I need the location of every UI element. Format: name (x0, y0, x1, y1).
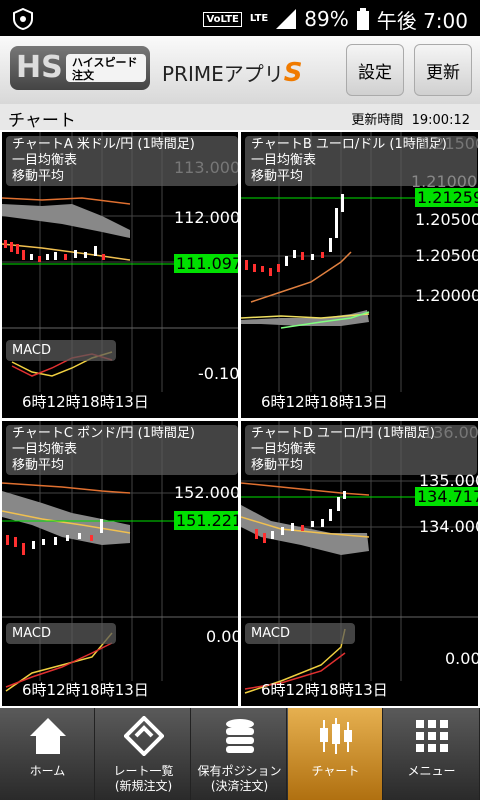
chart-c-price-1: 152.000 (174, 483, 238, 502)
chart-c-x-axis: 6時12時18時13日 (22, 681, 149, 699)
logo-hs: HS (16, 50, 63, 85)
nav-chart-label: チャート (311, 764, 360, 778)
battery-percent: 89% (304, 7, 349, 31)
chart-b-price-2: 1.20500 (415, 210, 478, 229)
chart-c-header: チャートC ポンド/円 (1時間足) 一目均衡表 移動平均 (6, 425, 238, 475)
app-logo: HS ハイスピード 注文 (10, 46, 150, 90)
chart-c-indicator-2: 移動平均 (12, 458, 65, 473)
chart-grid: チャートA 米ドル/円 (1時間足) 一目均衡表 移動平均 113.000 11… (0, 130, 480, 708)
chart-d-indicator-1: 一目均衡表 (251, 442, 317, 457)
chart-b-price-0: 1.21500 (419, 134, 478, 153)
chart-a-title: チャートA 米ドル/円 (1時間足) (12, 137, 195, 152)
nav-chart[interactable]: チャート (288, 708, 383, 800)
app-header: HS ハイスピード 注文 PRIMEアプリS 設定 更新 (0, 36, 480, 104)
nav-menu-label: メニュー (407, 764, 456, 778)
candlestick-icon (319, 718, 352, 754)
chart-panel-c[interactable]: チャートC ポンド/円 (1時間足) 一目均衡表 移動平均 152.000 15… (2, 421, 238, 706)
coins-icon (225, 719, 254, 753)
chart-d-macd-value: 0.00 (445, 649, 478, 668)
chart-b-indicator-1: 一目均衡表 (251, 153, 317, 168)
chart-c-ma-line (2, 482, 131, 494)
refresh-button[interactable]: 更新 (414, 44, 472, 96)
logo-line2: 注文 (72, 69, 94, 82)
shield-icon (13, 8, 33, 30)
chart-c-macd-label: MACD (6, 623, 116, 644)
chart-d-price-0: 136.000 (423, 423, 478, 442)
nav-positions-label: 保有ポジション (197, 764, 282, 778)
nav-positions-sublabel: (決済注文) (210, 779, 269, 793)
settings-button[interactable]: 設定 (346, 44, 404, 96)
chart-a-candles (4, 240, 105, 262)
rate-list-icon (123, 716, 164, 756)
chart-d-current-price: 134.717 (415, 487, 478, 506)
grid-menu-icon (415, 720, 448, 752)
app-name: PRIMEアプリS (162, 58, 302, 88)
logo-line1: ハイスピード (72, 56, 138, 69)
logo-text: ハイスピード 注文 (66, 54, 146, 82)
chart-a-macd-value: -0.10 (198, 364, 238, 383)
chart-a-current-price: 111.097 (174, 254, 238, 273)
app-name-text: PRIMEアプリ (162, 62, 284, 86)
chart-c-current-price: 151.221 (174, 511, 238, 530)
chart-a-price-2: 112.000 (174, 208, 238, 227)
screen-title-bar: チャート 更新時間 19:00:12 (0, 104, 480, 131)
chart-a-ma-line (2, 197, 131, 205)
chart-d-ma-line (241, 482, 370, 496)
nav-home-label: ホーム (29, 764, 66, 778)
chart-d-price-2: 134.000 (419, 517, 478, 536)
chart-d-macd-label: MACD (245, 623, 355, 644)
app-name-s: S (283, 58, 303, 88)
volte-badge: VoLTE (203, 11, 242, 27)
chart-c-macd-value: 0.00 (206, 627, 238, 646)
page-title: チャート (8, 111, 76, 131)
nav-menu[interactable]: メニュー (384, 708, 480, 800)
nav-positions[interactable]: 保有ポジション (決済注文) (192, 708, 287, 800)
nav-rate-list-sublabel: (新規注文) (114, 779, 173, 793)
chart-b-current-price: 1.21259 (415, 188, 478, 207)
chart-a-price-1: 113.000 (174, 158, 238, 177)
bottom-nav: ホーム レート一覧 (新規注文) 保有ポジション (決済注文) チャート メニュー (0, 708, 480, 800)
clock: 午後 7:00 (376, 8, 468, 33)
lte-icon: LTE (249, 13, 269, 24)
home-icon (29, 718, 66, 754)
chart-a-x-axis: 6時12時18時13日 (22, 393, 149, 411)
update-label: 更新時間 (351, 113, 404, 128)
signal-icon (276, 9, 297, 29)
chart-b-candles (245, 194, 344, 276)
chart-c-title: チャートC ポンド/円 (1時間足) (12, 426, 196, 441)
nav-rate-list-label: レート一覧 (113, 764, 174, 778)
chart-a-macd-label: MACD (6, 340, 116, 361)
chart-c-indicator-1: 一目均衡表 (12, 442, 78, 457)
status-indicators: VoLTE LTE 89% 午後 7:00 (203, 6, 468, 33)
chart-d-cloud (241, 505, 369, 555)
chart-b-price-4: 1.20000 (415, 286, 478, 305)
chart-b-price-3: 1.20500 (415, 246, 478, 265)
update-time-value: 19:00:12 (411, 113, 470, 128)
chart-panel-a[interactable]: チャートA 米ドル/円 (1時間足) 一目均衡表 移動平均 113.000 11… (2, 132, 238, 418)
nav-home[interactable]: ホーム (0, 708, 95, 800)
status-bar: VoLTE LTE 89% 午後 7:00 (0, 0, 480, 36)
chart-panel-d[interactable]: チャートD ユーロ/円 (1時間足) 一目均衡表 移動平均 136.000 13… (241, 421, 478, 706)
update-time: 更新時間 19:00:12 (351, 109, 470, 128)
chart-b-x-axis: 6時12時18時13日 (261, 393, 388, 411)
battery-icon (356, 8, 369, 30)
chart-panel-b[interactable]: チャートB ユーロ/ドル (1時間足) 一目均衡表 移動平均 1.21500 1… (241, 132, 478, 418)
chart-a-cloud (2, 204, 130, 238)
chart-d-x-axis: 6時12時18時13日 (261, 681, 388, 699)
nav-rate-list[interactable]: レート一覧 (新規注文) (96, 708, 191, 800)
